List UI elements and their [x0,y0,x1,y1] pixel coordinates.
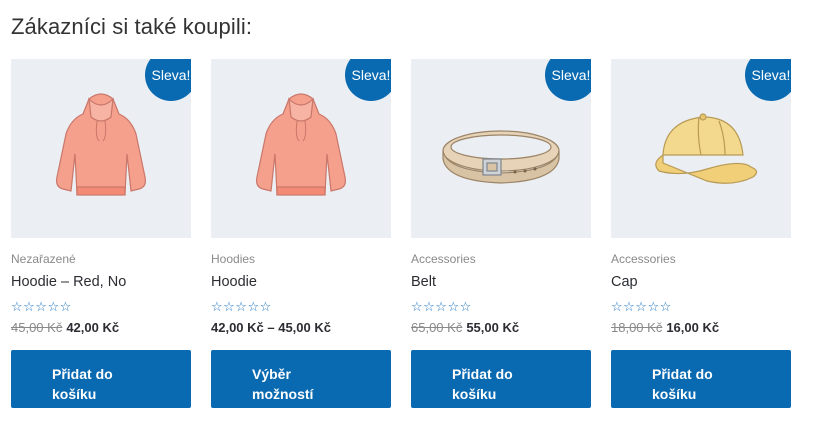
rating-stars: ☆☆☆☆☆ [411,299,472,314]
product-category: Accessories [411,252,476,266]
rating-stars: ☆☆☆☆☆ [211,299,272,314]
price-old: 18,00 Kč [611,320,663,335]
button-label: Přidat do košíku [52,365,113,402]
add-to-cart-button[interactable]: Přidat do košíku [411,350,591,408]
rating-stars: ☆☆☆☆☆ [611,299,672,314]
product-price: 18,00 Kč 16,00 Kč [611,320,719,335]
price-current: 55,00 Kč [466,320,520,335]
product-title[interactable]: Hoodie – Red, No [11,274,126,290]
price-old: 65,00 Kč [411,320,463,335]
product-price: 42,00 Kč – 45,00 Kč [211,320,331,335]
product-category: Hoodies [211,252,256,266]
product-image[interactable]: Sleva! [11,59,191,238]
product-card: Sleva! Nezařazené Hoodie – Red, No ☆☆☆☆☆… [11,59,191,409]
product-image[interactable]: Sleva! [411,59,591,238]
price-current: 42,00 Kč – 45,00 Kč [211,320,331,335]
button-label: Přidat do košíku [452,365,513,402]
product-price: 65,00 Kč 55,00 Kč [411,320,519,335]
product-title[interactable]: Belt [411,274,436,290]
button-label: Přidat do košíku [652,365,713,402]
section-heading: Zákazníci si také koupili: [11,14,253,39]
product-image[interactable]: Sleva! [211,59,391,238]
product-category: Accessories [611,252,676,266]
product-price: 45,00 Kč 42,00 Kč [11,320,119,335]
product-title[interactable]: Cap [611,274,638,290]
product-card: Sleva! Hoodies Hoodie ☆☆☆☆☆ 42,00 Kč – 4… [211,59,391,409]
price-old: 45,00 Kč [11,320,63,335]
add-to-cart-button[interactable]: Přidat do košíku [611,350,791,408]
button-label: Výběr možností [252,365,314,402]
product-image[interactable]: Sleva! [611,59,791,238]
rating-stars: ☆☆☆☆☆ [11,299,72,314]
product-title[interactable]: Hoodie [211,274,257,290]
product-card: Sleva! Accessories Belt ☆☆☆☆☆ 65,00 Kč 55… [411,59,591,409]
price-current: 16,00 Kč [666,320,720,335]
add-to-cart-button[interactable]: Přidat do košíku [11,350,191,408]
price-current: 42,00 Kč [66,320,120,335]
related-products-grid: Sleva! Nezařazené Hoodie – Red, No ☆☆☆☆☆… [11,59,811,419]
select-options-button[interactable]: Výběr možností [211,350,391,408]
product-card: Sleva! Accessories Cap ☆☆☆☆☆ 18,00 Kč 16,… [611,59,791,409]
product-category: Nezařazené [11,252,76,266]
